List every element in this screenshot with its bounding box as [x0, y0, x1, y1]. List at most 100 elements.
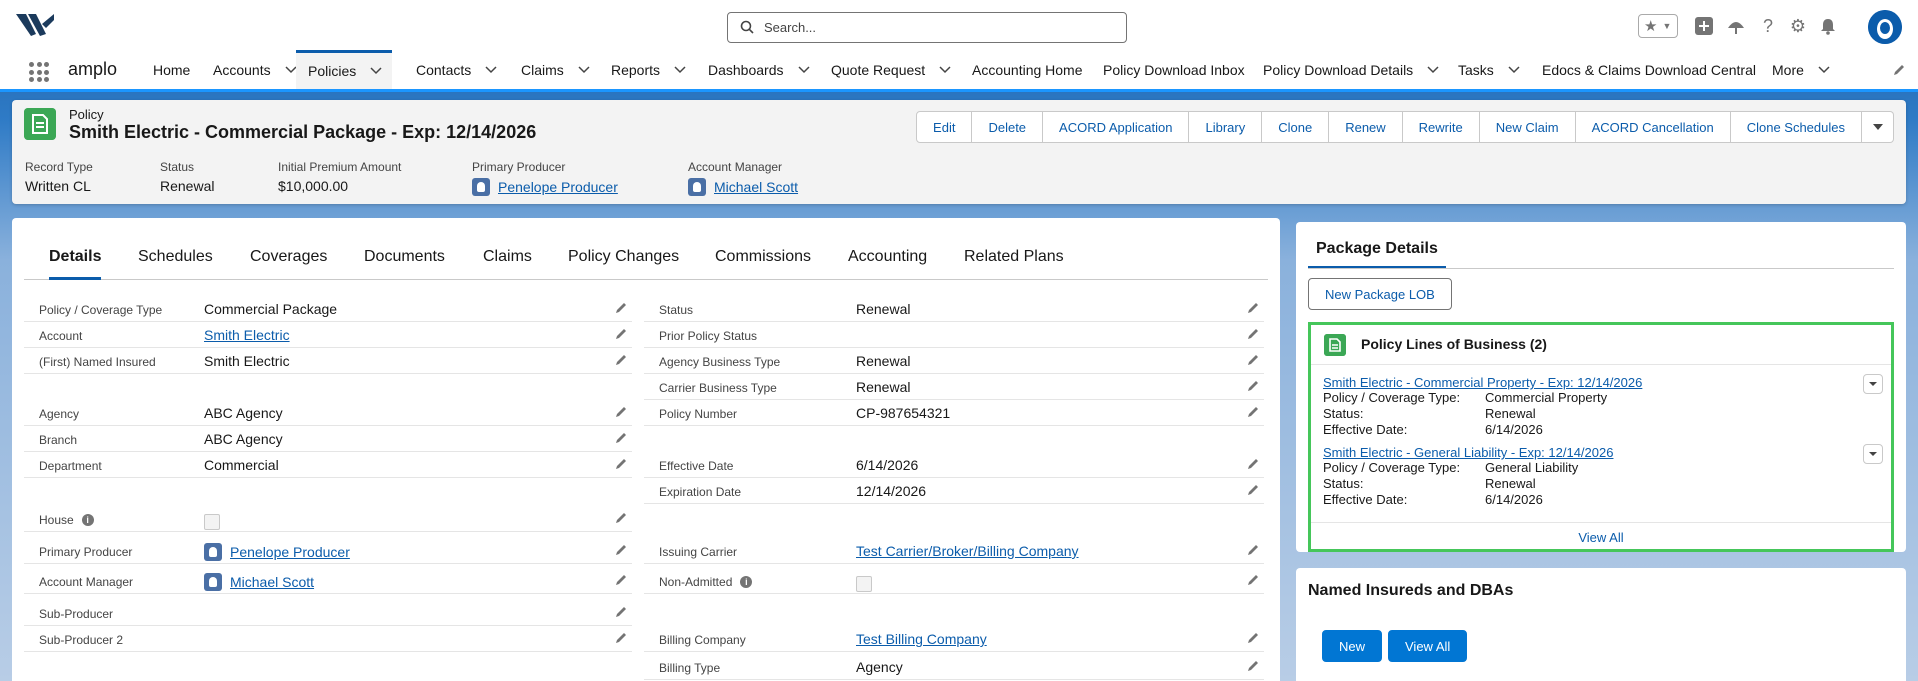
chevron-down-icon[interactable]: [1508, 65, 1520, 74]
pencil-icon[interactable]: [1246, 483, 1260, 497]
info-icon[interactable]: i: [81, 514, 94, 526]
global-create-icon[interactable]: [1692, 14, 1716, 38]
bell-icon[interactable]: [1816, 14, 1840, 38]
nav-item-home[interactable]: Home: [153, 50, 190, 89]
pencil-icon[interactable]: [1246, 327, 1260, 341]
chevron-down-icon[interactable]: [939, 65, 951, 74]
nav-item-contacts[interactable]: Contacts: [416, 50, 497, 89]
nav-item-claims[interactable]: Claims: [521, 50, 590, 89]
nav-item-tasks[interactable]: Tasks: [1458, 50, 1520, 89]
tab-claims[interactable]: Claims: [483, 248, 532, 280]
more-actions-button[interactable]: [1862, 111, 1894, 143]
nav-item-policy-download-details[interactable]: Policy Download Details: [1263, 50, 1439, 89]
pencil-icon[interactable]: [614, 327, 628, 341]
nav-item-reports[interactable]: Reports: [611, 50, 686, 89]
chevron-down-icon[interactable]: [285, 65, 297, 74]
favorites-button[interactable]: ★ ▼: [1638, 14, 1678, 38]
pencil-icon[interactable]: [1246, 353, 1260, 367]
acord-cancellation-button[interactable]: ACORD Cancellation: [1575, 111, 1731, 143]
tab-package-details[interactable]: Package Details: [1308, 240, 1446, 269]
clone-button[interactable]: Clone: [1262, 111, 1330, 143]
row-actions-button[interactable]: [1863, 444, 1883, 464]
delete-button[interactable]: Delete: [972, 111, 1044, 143]
tab-policy-changes[interactable]: Policy Changes: [568, 248, 679, 280]
renew-button[interactable]: Renew: [1329, 111, 1403, 143]
chevron-down-icon: [1869, 452, 1877, 456]
tab-accounting[interactable]: Accounting: [848, 248, 927, 280]
pencil-icon[interactable]: [1246, 631, 1260, 645]
chevron-down-icon[interactable]: [1427, 65, 1439, 74]
nav-item-edocs-claims-download-central[interactable]: Edocs & Claims Download Central: [1542, 50, 1756, 89]
chevron-down-icon[interactable]: [578, 65, 590, 74]
field-value-link[interactable]: Test Carrier/Broker/Billing Company: [856, 543, 1079, 559]
pencil-icon[interactable]: [1246, 659, 1260, 673]
pencil-icon[interactable]: [614, 431, 628, 445]
nav-item-label: Contacts: [416, 61, 472, 78]
field-value-link[interactable]: Smith Electric: [204, 327, 290, 343]
pencil-icon[interactable]: [1246, 405, 1260, 419]
clone-schedules-button[interactable]: Clone Schedules: [1730, 111, 1862, 143]
info-icon[interactable]: i: [740, 576, 753, 588]
gear-icon[interactable]: ⚙: [1786, 14, 1810, 38]
view-all-link[interactable]: View All: [1311, 522, 1891, 549]
pencil-icon[interactable]: [1246, 543, 1260, 557]
tab-related-plans[interactable]: Related Plans: [964, 248, 1064, 280]
acord-application-button[interactable]: ACORD Application: [1043, 111, 1190, 143]
global-search[interactable]: Search...: [727, 12, 1127, 43]
pencil-icon[interactable]: [614, 511, 628, 525]
edit-nav-pencil-icon[interactable]: [1892, 63, 1906, 77]
pencil-icon[interactable]: [614, 457, 628, 471]
pencil-icon[interactable]: [1246, 457, 1260, 471]
pencil-icon[interactable]: [614, 353, 628, 367]
pencil-icon[interactable]: [614, 605, 628, 619]
field-label: Account: [39, 329, 82, 343]
pencil-icon[interactable]: [1246, 379, 1260, 393]
app-launcher-icon[interactable]: [29, 62, 49, 82]
help-icon[interactable]: ?: [1756, 14, 1780, 38]
tab-commissions[interactable]: Commissions: [715, 248, 811, 280]
tab-schedules[interactable]: Schedules: [138, 248, 213, 280]
primary-producer-link[interactable]: Penelope Producer: [498, 179, 618, 195]
nav-item-policies[interactable]: Policies: [296, 50, 393, 89]
field-value-link[interactable]: Test Billing Company: [856, 631, 987, 647]
field-value-link[interactable]: Michael Scott: [230, 574, 314, 590]
tab-coverages[interactable]: Coverages: [250, 248, 327, 280]
nav-item-accounting-home[interactable]: Accounting Home: [972, 50, 1083, 89]
trailhead-icon[interactable]: [1724, 14, 1748, 38]
new-named-insured-button[interactable]: New: [1322, 630, 1383, 662]
library-button[interactable]: Library: [1189, 111, 1263, 143]
new-claim-button[interactable]: New Claim: [1479, 111, 1576, 143]
field-value-link[interactable]: Penelope Producer: [230, 544, 350, 560]
nav-item-dashboards[interactable]: Dashboards: [708, 50, 810, 89]
pencil-icon[interactable]: [614, 301, 628, 315]
tab-documents[interactable]: Documents: [364, 248, 445, 280]
chevron-down-icon[interactable]: [1818, 65, 1830, 74]
chevron-down-icon[interactable]: [674, 65, 686, 74]
amplo-logo-icon[interactable]: [14, 10, 56, 40]
tab-details[interactable]: Details: [49, 248, 102, 280]
rewrite-button[interactable]: Rewrite: [1402, 111, 1480, 143]
field-value-text: Smith Electric: [204, 353, 290, 369]
pencil-icon[interactable]: [614, 543, 628, 557]
nav-item-policy-download-inbox[interactable]: Policy Download Inbox: [1103, 50, 1245, 89]
chevron-down-icon[interactable]: [797, 65, 810, 74]
package-lob-link[interactable]: Smith Electric - Commercial Property - E…: [1323, 375, 1642, 390]
nav-item-more[interactable]: More: [1772, 50, 1830, 89]
view-all-named-insureds-button[interactable]: View All: [1388, 630, 1468, 662]
pencil-icon[interactable]: [1246, 301, 1260, 315]
chevron-down-icon[interactable]: [370, 67, 382, 75]
pencil-icon[interactable]: [614, 405, 628, 419]
package-lob-link[interactable]: Smith Electric - General Liability - Exp…: [1323, 445, 1613, 460]
chevron-down-icon[interactable]: [485, 65, 497, 74]
nav-item-quote-request[interactable]: Quote Request: [831, 50, 951, 89]
edit-button[interactable]: Edit: [916, 111, 973, 143]
pencil-icon[interactable]: [614, 573, 628, 587]
field-sub-producer: Sub-Producer: [24, 600, 632, 626]
nav-item-accounts[interactable]: Accounts: [213, 50, 297, 89]
pencil-icon[interactable]: [614, 631, 628, 645]
account-manager-link[interactable]: Michael Scott: [714, 179, 798, 195]
user-avatar[interactable]: [1868, 10, 1902, 44]
new-package-lob-button[interactable]: New Package LOB: [1308, 278, 1452, 310]
row-actions-button[interactable]: [1863, 374, 1883, 394]
pencil-icon[interactable]: [1246, 573, 1260, 587]
